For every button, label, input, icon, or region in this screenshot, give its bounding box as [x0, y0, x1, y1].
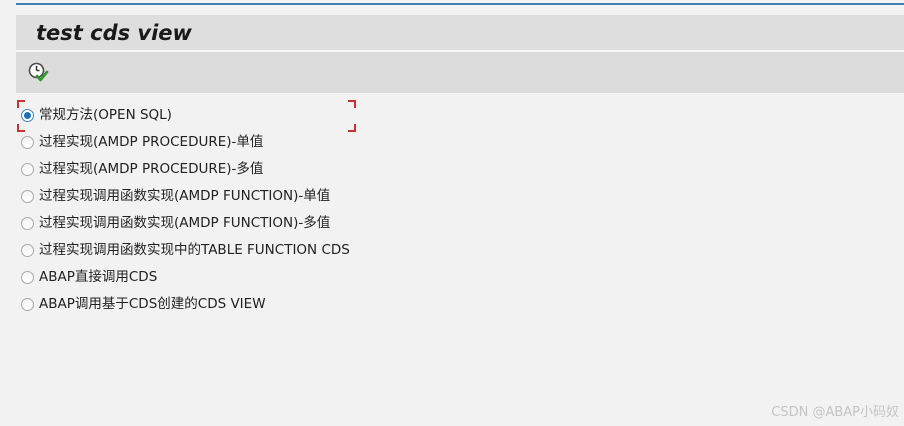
radio-button-selected[interactable] [21, 108, 34, 122]
focus-marker-top-right [348, 100, 356, 108]
radio-label: 过程实现调用函数实现(AMDP FUNCTION)-多值 [39, 215, 331, 231]
radio-label: ABAP直接调用CDS [39, 269, 158, 285]
radio-label: 过程实现调用函数实现中的TABLE FUNCTION CDS [39, 242, 350, 258]
radio-option-amdp-procedure-multi[interactable]: 过程实现(AMDP PROCEDURE)-多值 [21, 159, 263, 179]
radio-option-abap-direct-cds[interactable]: ABAP直接调用CDS [21, 267, 157, 287]
radio-label: 过程实现(AMDP PROCEDURE)-多值 [39, 161, 264, 177]
focus-marker-bottom-right [348, 124, 356, 132]
radio-label: 过程实现调用函数实现(AMDP FUNCTION)-单值 [39, 188, 331, 204]
radio-button[interactable] [21, 243, 34, 257]
radio-option-amdp-function-multi[interactable]: 过程实现调用函数实现(AMDP FUNCTION)-多值 [21, 213, 330, 233]
top-accent-line [16, 3, 904, 5]
radio-option-abap-cds-view[interactable]: ABAP调用基于CDS创建的CDS VIEW [21, 294, 266, 314]
radio-button[interactable] [21, 216, 34, 230]
radio-option-amdp-procedure-single[interactable]: 过程实现(AMDP PROCEDURE)-单值 [21, 132, 263, 152]
page-title: test cds view [36, 21, 192, 45]
radio-option-amdp-function-single[interactable]: 过程实现调用函数实现(AMDP FUNCTION)-单值 [21, 186, 330, 206]
radio-button[interactable] [21, 189, 34, 203]
application-toolbar [16, 52, 904, 93]
focus-marker-bottom-left [17, 124, 25, 132]
radio-button[interactable] [21, 297, 34, 311]
radio-button[interactable] [21, 135, 34, 149]
watermark: CSDN @ABAP小码奴 [771, 405, 899, 420]
radio-label: ABAP调用基于CDS创建的CDS VIEW [39, 296, 266, 312]
radio-button[interactable] [21, 162, 34, 176]
execute-clock-check-icon[interactable] [27, 61, 49, 83]
radio-label: 过程实现(AMDP PROCEDURE)-单值 [39, 134, 264, 150]
radio-label: 常规方法(OPEN SQL) [39, 107, 172, 123]
title-bar: test cds view [16, 15, 904, 50]
radio-option-open-sql[interactable]: 常规方法(OPEN SQL) [21, 105, 172, 125]
radio-option-table-function-cds[interactable]: 过程实现调用函数实现中的TABLE FUNCTION CDS [21, 240, 350, 260]
radio-button[interactable] [21, 270, 34, 284]
